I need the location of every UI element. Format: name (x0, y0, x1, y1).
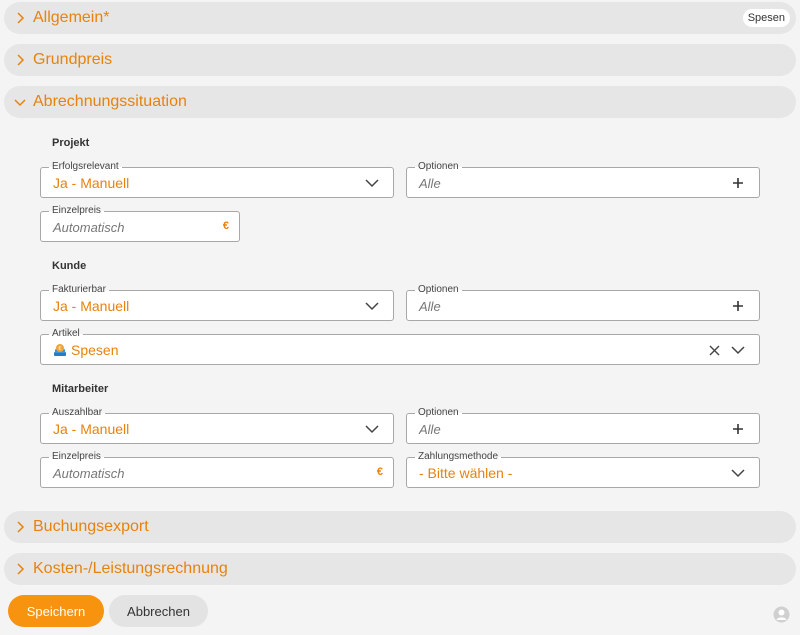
section-title: Kosten-/Leistungsrechnung (33, 560, 228, 577)
chevron-right-icon (13, 53, 27, 67)
auszahlbar-select[interactable]: Auszahlbar Ja - Manuell (40, 407, 394, 444)
section-abrechnungssituation[interactable]: Abrechnungssituation (4, 86, 796, 118)
section-title: Abrechnungssituation (33, 93, 187, 110)
plus-icon[interactable] (731, 299, 745, 313)
chevron-down-icon[interactable] (731, 466, 745, 480)
section-title: Allgemein* (33, 9, 110, 26)
chevron-down-icon[interactable] (731, 343, 745, 357)
field-label: Einzelpreis (49, 205, 104, 217)
field-label: Optionen (415, 284, 462, 296)
field-value: Ja - Manuell (53, 175, 130, 191)
kunde-optionen-field[interactable]: Optionen Alle (406, 284, 760, 321)
euro-icon: € (376, 466, 383, 478)
section-buchungsexport[interactable]: Buchungsexport (4, 511, 796, 543)
field-placeholder: Automatisch (53, 466, 125, 481)
type-badge: Spesen (742, 9, 790, 27)
expense-icon: € (53, 343, 67, 357)
user-icon[interactable] (773, 606, 790, 623)
mitarbeiter-einzelpreis-input[interactable]: Einzelpreis Automatisch € (40, 451, 394, 488)
field-placeholder: Alle (419, 422, 441, 437)
section-title: Buchungsexport (33, 518, 149, 535)
section-allgemein[interactable]: Allgemein* Spesen (4, 2, 796, 34)
field-value: Ja - Manuell (53, 421, 130, 437)
chevron-right-icon (13, 520, 27, 534)
section-kosten-leistungsrechnung[interactable]: Kosten-/Leistungsrechnung (4, 553, 796, 585)
plus-icon[interactable] (731, 176, 745, 190)
field-value: Spesen (71, 342, 119, 358)
group-heading-mitarbeiter: Mitarbeiter (52, 383, 109, 395)
group-heading-kunde: Kunde (52, 260, 87, 272)
section-title: Grundpreis (33, 51, 113, 68)
erfolgsrelevant-select[interactable]: Erfolgsrelevant Ja - Manuell (40, 161, 394, 198)
mitarbeiter-optionen-field[interactable]: Optionen Alle (406, 407, 760, 444)
save-button[interactable]: Speichern (8, 595, 104, 627)
cancel-button[interactable]: Abbrechen (109, 595, 208, 627)
field-label: Zahlungsmethode (415, 451, 502, 463)
field-label: Einzelpreis (49, 451, 104, 463)
chevron-down-icon[interactable] (365, 176, 379, 190)
zahlungsmethode-select[interactable]: Zahlungsmethode - Bitte wählen - (406, 451, 760, 488)
field-label: Optionen (415, 161, 462, 173)
section-grundpreis[interactable]: Grundpreis (4, 44, 796, 76)
clear-icon[interactable] (707, 343, 721, 357)
field-placeholder: Alle (419, 176, 441, 191)
group-heading-projekt: Projekt (52, 137, 90, 149)
field-value: - Bitte wählen - (419, 465, 513, 481)
field-label: Artikel (49, 328, 83, 340)
euro-icon: € (222, 220, 229, 232)
plus-icon[interactable] (731, 422, 745, 436)
chevron-right-icon (13, 11, 27, 25)
projekt-optionen-field[interactable]: Optionen Alle (406, 161, 760, 198)
field-placeholder: Automatisch (53, 220, 125, 235)
chevron-down-icon (13, 95, 27, 109)
projekt-einzelpreis-input[interactable]: Einzelpreis Automatisch € (40, 205, 240, 242)
chevron-down-icon[interactable] (365, 299, 379, 313)
field-label: Fakturierbar (49, 284, 109, 296)
chevron-down-icon[interactable] (365, 422, 379, 436)
field-value: Ja - Manuell (53, 298, 130, 314)
chevron-right-icon (13, 562, 27, 576)
artikel-select[interactable]: Artikel € Spesen (40, 328, 760, 365)
field-placeholder: Alle (419, 299, 441, 314)
field-label: Optionen (415, 407, 462, 419)
field-label: Auszahlbar (49, 407, 106, 419)
fakturierbar-select[interactable]: Fakturierbar Ja - Manuell (40, 284, 394, 321)
svg-text:€: € (58, 346, 61, 352)
field-label: Erfolgsrelevant (49, 161, 122, 173)
